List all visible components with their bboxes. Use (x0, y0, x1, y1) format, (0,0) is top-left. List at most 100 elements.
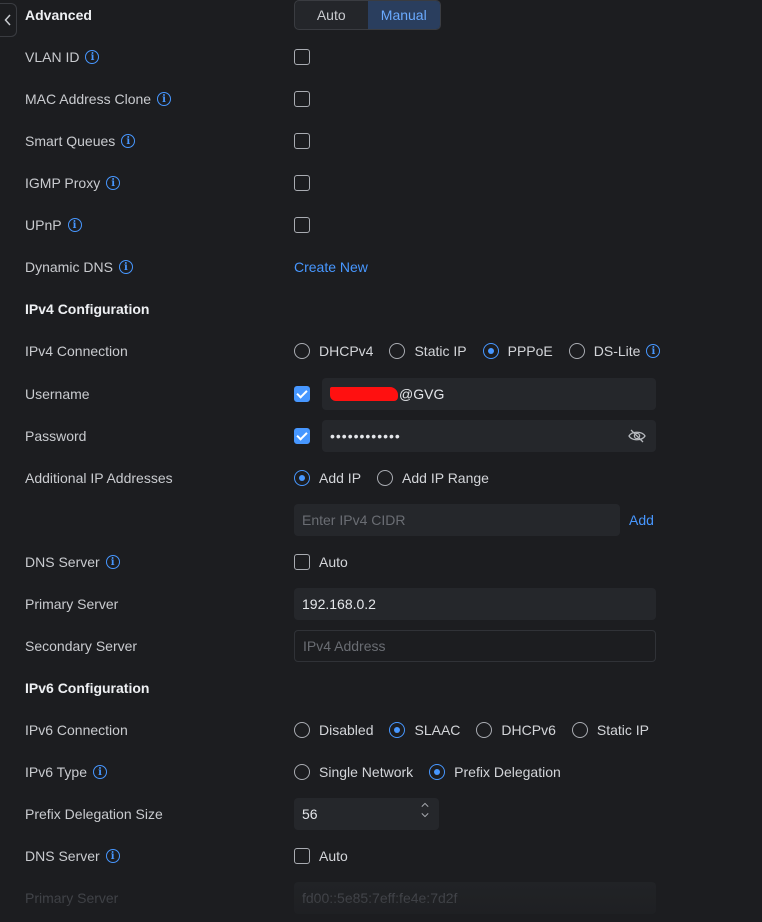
ipv6-static-ip-radio[interactable]: Static IP (571, 722, 649, 738)
redaction-mark (330, 387, 398, 401)
ipv6-primary-row: Primary Server fd00::5e85:7eff:fe4e:7d2f (0, 882, 762, 914)
ipv6-primary-input[interactable]: fd00::5e85:7eff:fe4e:7d2f (294, 882, 656, 914)
ipv4-dns-label: DNS Server (25, 554, 100, 570)
add-ip-radio[interactable]: Add IP (294, 470, 361, 486)
radio-circle-selected[interactable] (389, 722, 406, 738)
info-icon[interactable]: i (157, 92, 172, 106)
chevron-down-icon[interactable] (421, 811, 429, 819)
ipv6-slaac-radio[interactable]: SLAAC (389, 722, 460, 738)
password-checkbox[interactable] (294, 428, 310, 444)
pd-size-stepper[interactable] (421, 801, 429, 819)
prefix-delegation-radio[interactable]: Prefix Delegation (429, 764, 561, 780)
radio-circle[interactable] (568, 343, 585, 359)
ipv4-primary-input[interactable]: 192.168.0.2 (294, 588, 656, 620)
ipv4-connection-radio-group: DHCPv4 Static IP PPPoE DS-Lite i (294, 343, 661, 359)
dynamic-dns-row: Dynamic DNS i Create New (0, 252, 762, 282)
ipv4-secondary-label: Secondary Server (25, 638, 138, 654)
advanced-title: Advanced (25, 7, 92, 23)
pd-size-input[interactable]: 56 (294, 798, 439, 830)
ipv4-pppoe-radio[interactable]: PPPoE (482, 343, 553, 359)
info-icon[interactable]: i (67, 218, 82, 232)
mode-manual-button[interactable]: Manual (367, 1, 440, 29)
password-row: Password •••••••••••• (0, 420, 762, 452)
ipv6-dns-row: DNS Server i Auto (0, 841, 762, 871)
additional-ip-row: Additional IP Addresses Add IP Add IP Ra… (0, 463, 762, 493)
upnp-row: UPnP i (0, 210, 762, 240)
ipv6-type-row: IPv6 Type i Single Network Prefix Delegat… (0, 757, 762, 787)
ipv6-primary-label: Primary Server (25, 890, 119, 906)
ipv4-dns-auto-label: Auto (319, 554, 348, 570)
ipv6-dns-label: DNS Server (25, 848, 100, 864)
create-new-link[interactable]: Create New (294, 259, 368, 275)
username-input[interactable]: @GVG (322, 378, 656, 410)
radio-circle-selected[interactable] (294, 470, 310, 486)
ipv6-connection-row: IPv6 Connection Disabled SLAAC DHCPv6 St… (0, 715, 762, 745)
info-icon[interactable]: i (93, 765, 108, 779)
single-network-radio[interactable]: Single Network (294, 764, 413, 780)
ipv6-connection-label: IPv6 Connection (25, 722, 128, 738)
dynamic-dns-label: Dynamic DNS (25, 259, 113, 275)
advanced-mode-toggle[interactable]: Auto Manual (294, 0, 441, 30)
radio-circle[interactable] (476, 722, 493, 738)
smart-queues-checkbox[interactable] (294, 133, 310, 149)
info-icon[interactable]: i (85, 50, 100, 64)
additional-ip-radio-group: Add IP Add IP Range (294, 470, 505, 486)
info-icon[interactable]: i (105, 555, 120, 569)
add-ip-range-radio[interactable]: Add IP Range (377, 470, 489, 486)
smart-queues-row: Smart Queues i (0, 126, 762, 156)
ipv4-header-row: IPv4 Configuration (0, 294, 762, 324)
chevron-up-icon[interactable] (421, 801, 429, 809)
mac-clone-label: MAC Address Clone (25, 91, 152, 107)
ipv6-section-title: IPv6 Configuration (25, 680, 150, 696)
ipv4-ds-lite-radio[interactable]: DS-Lite (568, 343, 640, 359)
ipv4-cidr-input[interactable]: Enter IPv4 CIDR (294, 504, 620, 536)
add-cidr-button[interactable]: Add (629, 512, 654, 528)
ipv4-dhcpv4-radio[interactable]: DHCPv4 (294, 343, 373, 359)
radio-circle[interactable] (294, 764, 310, 780)
ipv6-disabled-radio[interactable]: Disabled (294, 722, 373, 738)
info-icon[interactable]: i (646, 344, 661, 358)
password-input[interactable]: •••••••••••• (322, 420, 656, 452)
radio-circle-selected[interactable] (482, 343, 499, 359)
radio-circle[interactable] (294, 722, 310, 738)
additional-ip-label: Additional IP Addresses (25, 470, 173, 486)
smart-queues-label: Smart Queues (25, 133, 116, 149)
ipv6-connection-radio-group: Disabled SLAAC DHCPv6 Static IP (294, 722, 665, 738)
info-icon[interactable]: i (105, 849, 120, 863)
ipv4-primary-row: Primary Server 192.168.0.2 (0, 588, 762, 620)
eye-off-icon[interactable] (628, 428, 646, 444)
radio-circle-selected[interactable] (429, 764, 446, 780)
ipv4-dns-auto-checkbox[interactable] (294, 554, 310, 570)
mac-clone-row: MAC Address Clone i (0, 84, 762, 114)
ipv4-connection-label: IPv4 Connection (25, 343, 128, 359)
igmp-proxy-checkbox[interactable] (294, 175, 310, 191)
vlan-id-label: VLAN ID (25, 49, 80, 65)
upnp-label: UPnP (25, 217, 62, 233)
radio-circle[interactable] (377, 470, 394, 486)
ipv6-dns-auto-label: Auto (319, 848, 348, 864)
info-icon[interactable]: i (118, 260, 133, 274)
ipv6-dhcpv6-radio[interactable]: DHCPv6 (476, 722, 556, 738)
ipv6-type-label: IPv6 Type (25, 764, 88, 780)
ipv4-secondary-input[interactable]: IPv4 Address (294, 630, 656, 662)
upnp-checkbox[interactable] (294, 217, 310, 233)
radio-circle[interactable] (571, 722, 588, 738)
ipv6-dns-auto-checkbox[interactable] (294, 848, 310, 864)
radio-circle[interactable] (294, 343, 310, 359)
username-checkbox[interactable] (294, 386, 310, 402)
cidr-row: Enter IPv4 CIDR Add (0, 504, 762, 536)
username-row: Username @GVG (0, 378, 762, 410)
info-icon[interactable]: i (106, 176, 121, 190)
vlan-id-checkbox[interactable] (294, 49, 310, 65)
ipv4-connection-row: IPv4 Connection DHCPv4 Static IP PPPoE D… (0, 336, 762, 366)
mode-auto-button[interactable]: Auto (295, 1, 368, 29)
radio-circle[interactable] (389, 343, 406, 359)
mac-clone-checkbox[interactable] (294, 91, 310, 107)
username-label: Username (25, 386, 90, 402)
info-icon[interactable]: i (121, 134, 136, 148)
ipv4-primary-label: Primary Server (25, 596, 119, 612)
ipv4-static-ip-radio[interactable]: Static IP (389, 343, 467, 359)
ipv4-secondary-row: Secondary Server IPv4 Address (0, 630, 762, 662)
pd-size-row: Prefix Delegation Size 56 (0, 798, 762, 830)
igmp-proxy-label: IGMP Proxy (25, 175, 101, 191)
